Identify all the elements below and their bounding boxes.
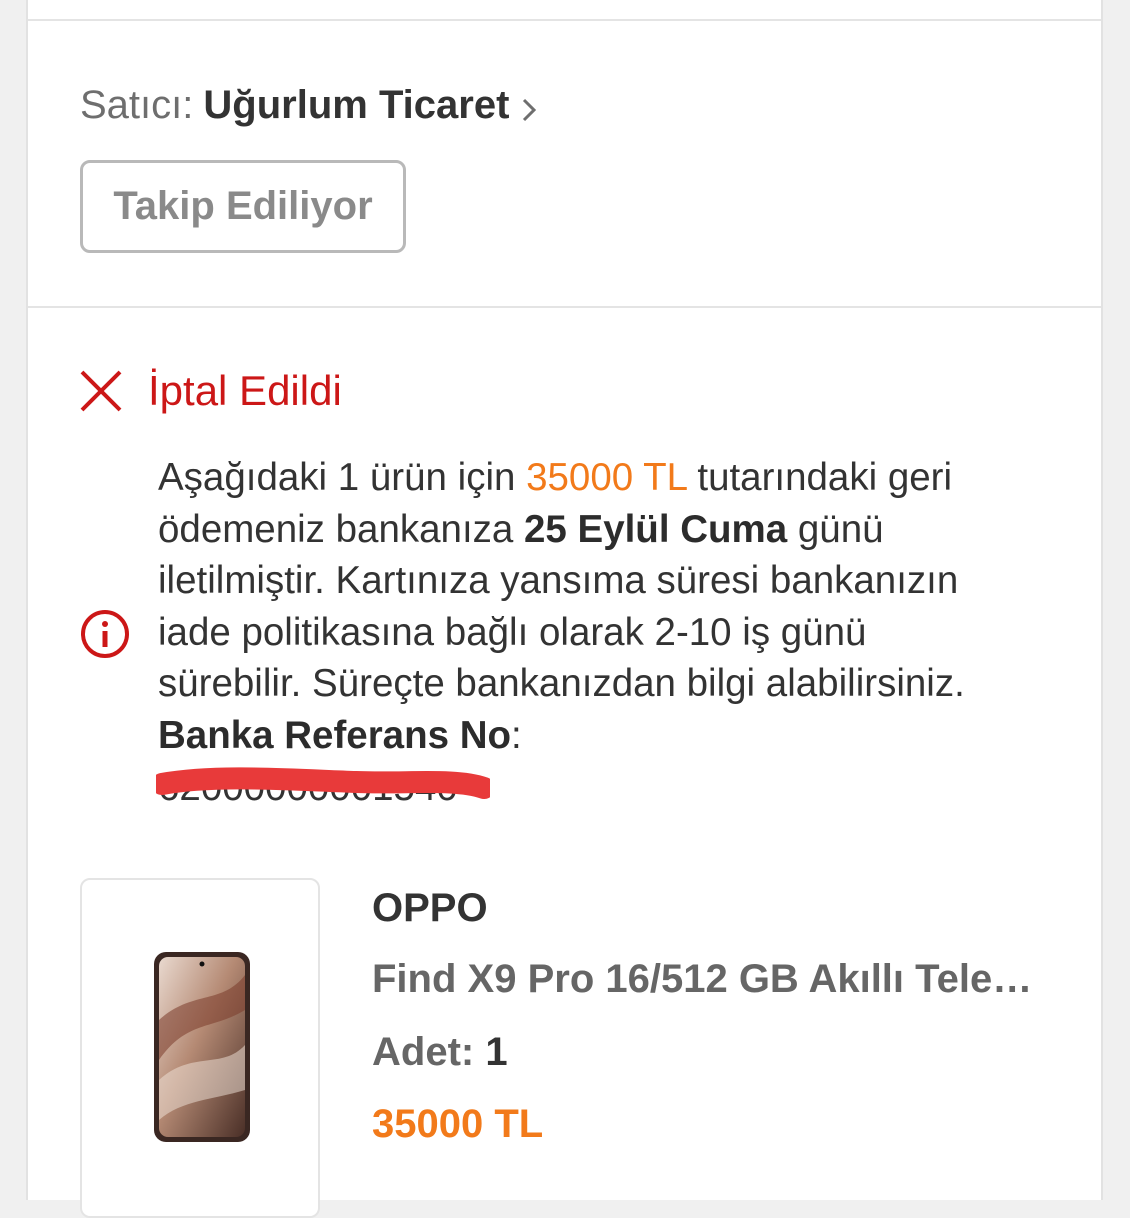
divider	[28, 19, 1101, 21]
product-quantity: Adet: 1	[372, 1030, 508, 1075]
quantity-label: Adet:	[372, 1030, 486, 1074]
product-brand[interactable]: OPPO	[372, 886, 488, 931]
order-status: İptal Edildi	[78, 365, 342, 417]
refund-date: 25 Eylül Cuma	[524, 507, 788, 551]
seller-name[interactable]: Uğurlum Ticaret	[203, 83, 509, 128]
close-icon	[78, 368, 124, 414]
product-image-card[interactable]	[80, 878, 320, 1218]
seller-label: Satıcı:	[80, 82, 194, 127]
refund-message: Aşağıdaki 1 ürün için 35000 TL tutarında…	[158, 452, 1018, 813]
chevron-right-icon[interactable]	[519, 90, 539, 122]
product-price: 35000 TL	[372, 1102, 544, 1146]
quantity-value: 1	[485, 1030, 508, 1074]
refund-amount: 35000 TL	[526, 456, 687, 499]
bank-reference-label: Banka Referans No	[158, 713, 512, 757]
bank-reference-colon: :	[511, 713, 522, 757]
seller-link[interactable]: Satıcı: Uğurlum Ticaret	[80, 80, 539, 130]
follow-button[interactable]: Takip Ediliyor	[80, 160, 406, 253]
order-detail-panel: Satıcı: Uğurlum Ticaret Takip Ediliyor İ…	[26, 0, 1103, 1218]
divider	[28, 306, 1101, 308]
status-title: İptal Edildi	[148, 367, 342, 414]
info-icon	[79, 608, 131, 660]
refund-text-part: Aşağıdaki 1 ürün için	[158, 456, 527, 499]
phone-image	[154, 952, 250, 1142]
redaction-scribble	[156, 767, 490, 799]
product-title[interactable]: Find X9 Pro 16/512 GB Akıllı Telefon	[372, 957, 1042, 1002]
